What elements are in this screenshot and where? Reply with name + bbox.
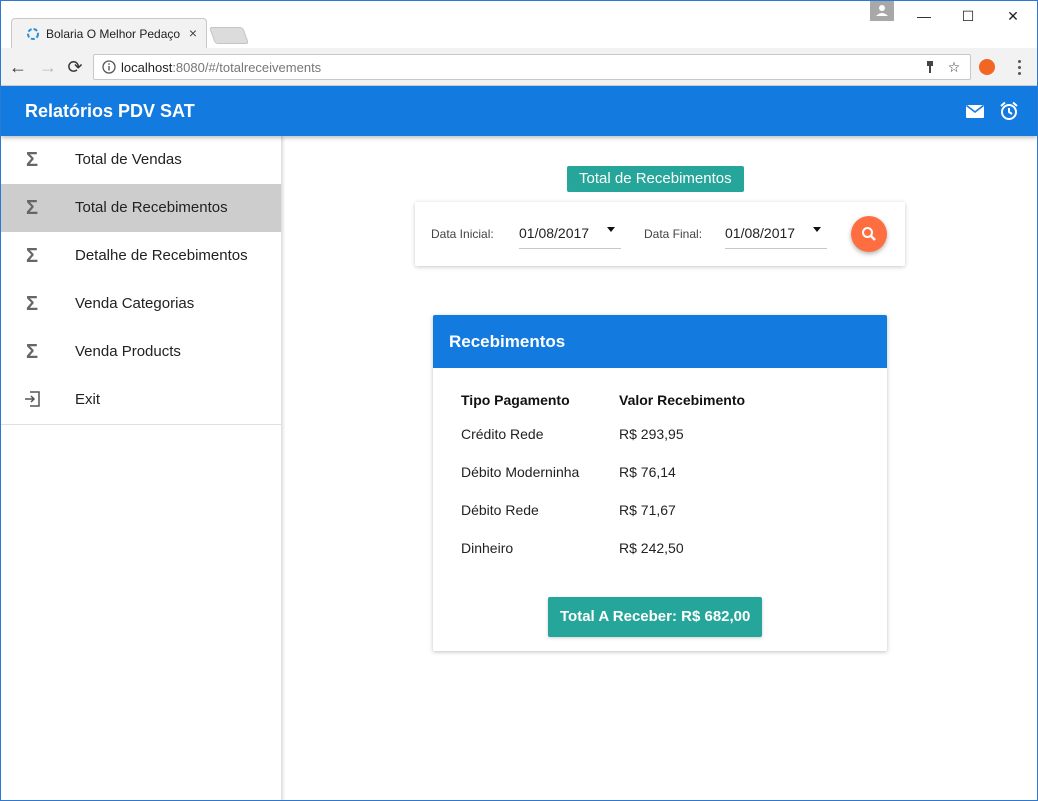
address-bar[interactable]: localhost:8080/#/totalreceivements ☆ bbox=[93, 54, 971, 80]
url-host: localhost bbox=[121, 60, 173, 75]
sigma-icon: Σ bbox=[25, 341, 38, 363]
maximize-button[interactable]: ☐ bbox=[953, 5, 983, 27]
card-title: Recebimentos bbox=[449, 332, 566, 351]
app-bar: Relatórios PDV SAT bbox=[1, 86, 1037, 136]
url-path: :8080/#/totalreceivements bbox=[172, 60, 322, 75]
sidebar-item-venda-categorias[interactable]: Σ Venda Categorias bbox=[1, 280, 281, 328]
date-filter-card: Data Inicial: 01/08/2017 Data Final: 01/… bbox=[415, 202, 905, 266]
app-favicon-icon bbox=[27, 28, 39, 40]
browser-window: Bolaria O Melhor Pedaço × — ☐ ✕ ← → ⟳ lo… bbox=[0, 0, 1038, 801]
total-receber-button[interactable]: Total A Receber: R$ 682,00 bbox=[548, 597, 763, 637]
new-tab-button[interactable] bbox=[208, 27, 250, 44]
sidebar: Σ Total de Vendas Σ Total de Recebimento… bbox=[1, 136, 282, 800]
close-window-button[interactable]: ✕ bbox=[998, 5, 1028, 27]
column-header: Valor Recebimento bbox=[619, 392, 746, 408]
card-header: Recebimentos bbox=[433, 315, 887, 368]
end-date-select[interactable]: 01/08/2017 bbox=[725, 217, 827, 249]
sidebar-item-venda-products[interactable]: Σ Venda Products bbox=[1, 328, 281, 376]
minimize-button[interactable]: — bbox=[909, 5, 939, 27]
sidebar-item-total-vendas[interactable]: Σ Total de Vendas bbox=[1, 136, 281, 184]
table-row: Débito Rede R$ 71,67 bbox=[461, 491, 819, 529]
amount-cell: R$ 76,14 bbox=[619, 464, 676, 480]
title-bar: Bolaria O Melhor Pedaço × — ☐ ✕ bbox=[1, 1, 1037, 48]
amount-cell: R$ 293,95 bbox=[619, 426, 684, 442]
search-icon bbox=[862, 227, 876, 241]
recebimentos-card: Recebimentos Tipo Pagamento Valor Recebi… bbox=[433, 315, 887, 651]
sidebar-item-label: Venda Categorias bbox=[75, 295, 195, 312]
payment-type-cell: Dinheiro bbox=[461, 540, 514, 556]
payment-type-cell: Débito Moderninha bbox=[461, 464, 580, 480]
key-icon[interactable] bbox=[922, 59, 938, 75]
end-date-label: Data Final: bbox=[644, 227, 703, 241]
reload-button[interactable]: ⟳ bbox=[64, 56, 86, 78]
sidebar-item-label: Venda Products bbox=[75, 343, 181, 360]
profile-icon[interactable] bbox=[870, 1, 894, 21]
sidebar-item-label: Total de Recebimentos bbox=[75, 199, 228, 216]
start-date-value: 01/08/2017 bbox=[519, 225, 590, 241]
start-date-select[interactable]: 01/08/2017 bbox=[519, 217, 621, 249]
amount-cell: R$ 71,67 bbox=[619, 502, 676, 518]
bookmark-star-icon[interactable]: ☆ bbox=[946, 59, 962, 75]
extension-icon[interactable] bbox=[979, 59, 995, 75]
tab-title: Bolaria O Melhor Pedaço bbox=[46, 27, 181, 41]
browser-tab[interactable]: Bolaria O Melhor Pedaço × bbox=[11, 18, 207, 48]
sidebar-item-total-recebimentos[interactable]: Σ Total de Recebimentos bbox=[1, 184, 281, 232]
sidebar-item-label: Exit bbox=[75, 391, 101, 408]
sidebar-item-label: Detalhe de Recebimentos bbox=[75, 247, 248, 264]
payment-type-cell: Débito Rede bbox=[461, 502, 539, 518]
url-text: localhost:8080/#/totalreceivements bbox=[121, 60, 321, 75]
sidebar-item-detalhe-recebimentos[interactable]: Σ Detalhe de Recebimentos bbox=[1, 232, 281, 280]
sigma-icon: Σ bbox=[25, 245, 38, 267]
start-date-label: Data Inicial: bbox=[431, 227, 494, 241]
info-icon[interactable] bbox=[102, 60, 116, 74]
sigma-icon: Σ bbox=[25, 293, 38, 315]
app-title: Relatórios PDV SAT bbox=[25, 101, 195, 121]
table-row: Crédito Rede R$ 293,95 bbox=[461, 415, 819, 453]
end-date-value: 01/08/2017 bbox=[725, 225, 796, 241]
alarm-icon[interactable] bbox=[998, 100, 1020, 122]
page-title: Total de Recebimentos bbox=[567, 166, 744, 192]
search-button[interactable] bbox=[851, 216, 887, 252]
browser-toolbar: ← → ⟳ localhost:8080/#/totalreceivements… bbox=[1, 48, 1037, 86]
main-content: Total de Recebimentos Data Inicial: 01/0… bbox=[283, 136, 1037, 800]
back-button[interactable]: ← bbox=[7, 56, 29, 78]
mail-icon[interactable] bbox=[964, 100, 986, 122]
column-header: Tipo Pagamento bbox=[461, 392, 570, 408]
sidebar-item-exit[interactable]: Exit bbox=[1, 376, 281, 424]
exit-icon bbox=[23, 390, 41, 410]
table-header-row: Tipo Pagamento Valor Recebimento bbox=[461, 385, 819, 415]
recebimentos-table: Tipo Pagamento Valor Recebimento Crédito… bbox=[461, 385, 819, 567]
table-row: Dinheiro R$ 242,50 bbox=[461, 529, 819, 567]
sigma-icon: Σ bbox=[25, 197, 38, 219]
browser-menu-icon[interactable] bbox=[1013, 57, 1025, 77]
table-row: Débito Moderninha R$ 76,14 bbox=[461, 453, 819, 491]
sidebar-item-label: Total de Vendas bbox=[75, 151, 182, 168]
sigma-icon: Σ bbox=[25, 149, 38, 171]
chevron-down-icon bbox=[813, 227, 821, 232]
payment-type-cell: Crédito Rede bbox=[461, 426, 544, 442]
chevron-down-icon bbox=[607, 227, 615, 232]
nav-list: Σ Total de Vendas Σ Total de Recebimento… bbox=[1, 136, 281, 425]
forward-button[interactable]: → bbox=[37, 56, 59, 78]
tab-close-icon[interactable]: × bbox=[186, 25, 200, 41]
amount-cell: R$ 242,50 bbox=[619, 540, 684, 556]
